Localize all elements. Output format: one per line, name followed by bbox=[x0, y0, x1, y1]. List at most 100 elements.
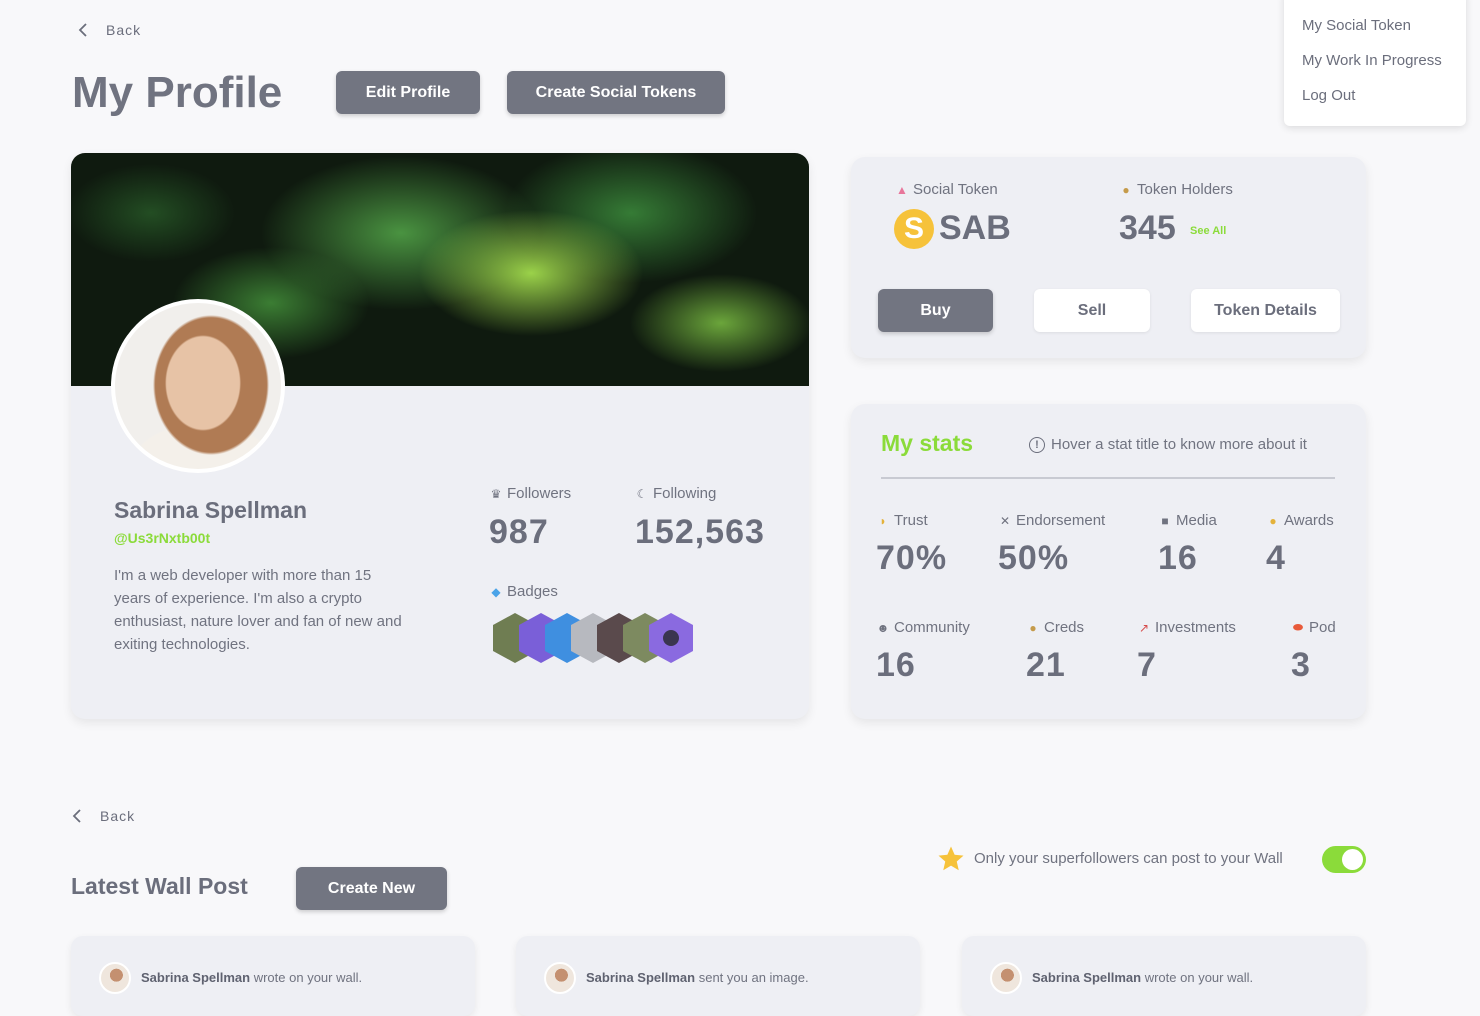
see-all-link[interactable]: See All bbox=[1190, 225, 1226, 237]
stats-hint-text: Hover a stat title to know more about it bbox=[1051, 436, 1307, 453]
stat-awards-label[interactable]: ● Awards bbox=[1266, 512, 1334, 529]
stat-pod-label[interactable]: ⬬ Pod bbox=[1291, 619, 1336, 636]
wall-title: Latest Wall Post bbox=[71, 873, 248, 899]
stats-hint: ! Hover a stat title to know more about … bbox=[1029, 436, 1307, 453]
stat-pod-label-text: Pod bbox=[1309, 619, 1336, 636]
following-label-text: Following bbox=[653, 485, 717, 502]
chevron-left-icon bbox=[72, 809, 81, 823]
followers-label[interactable]: ♛ Followers bbox=[489, 485, 572, 502]
chart-icon: ↗ bbox=[1138, 620, 1150, 635]
crown-icon: ♛ bbox=[490, 486, 502, 501]
back-link[interactable]: Back bbox=[78, 22, 141, 38]
token-logo-icon: S bbox=[894, 209, 934, 249]
create-new-button[interactable]: Create New bbox=[296, 867, 447, 910]
superfollowers-toggle[interactable] bbox=[1322, 846, 1366, 873]
followers-value: 987 bbox=[489, 513, 549, 551]
back-label: Back bbox=[106, 22, 142, 38]
stat-pod-value: 3 bbox=[1291, 646, 1311, 684]
stats-divider bbox=[881, 477, 1335, 479]
stat-awards-label-text: Awards bbox=[1284, 512, 1334, 529]
avatar bbox=[111, 299, 285, 473]
wall-post-action: wrote on your wall. bbox=[253, 970, 363, 985]
profile-card: Sabrina Spellman @Us3rNxtb00t I'm a web … bbox=[71, 153, 809, 719]
wall-back-link[interactable]: Back bbox=[72, 808, 135, 824]
superfollowers-text: Only your superfollowers can post to you… bbox=[974, 850, 1283, 867]
wall-post-action: sent you an image. bbox=[698, 970, 809, 985]
token-holders-label[interactable]: ● Token Holders bbox=[1119, 181, 1233, 198]
stats-title: My stats bbox=[881, 430, 974, 456]
stat-investments-label[interactable]: ↗ Investments bbox=[1137, 619, 1236, 636]
pill-icon: ⬬ bbox=[1292, 620, 1304, 634]
user-dropdown-menu: My Social Token My Work In Progress Log … bbox=[1284, 0, 1466, 126]
star-icon bbox=[936, 844, 968, 874]
wall-post-text: Sabrina Spellman sent you an image. bbox=[586, 970, 809, 985]
avatar bbox=[990, 962, 1022, 994]
stat-trust-label-text: Trust bbox=[894, 512, 928, 529]
wall-back-label: Back bbox=[100, 808, 136, 824]
money-bag-icon: ● bbox=[1122, 182, 1130, 197]
stat-community-label-text: Community bbox=[894, 619, 970, 636]
following-value: 152,563 bbox=[635, 513, 765, 551]
social-token-label[interactable]: ▲ Social Token bbox=[895, 181, 998, 198]
stat-community-label[interactable]: ☻ Community bbox=[876, 619, 970, 636]
stat-endorsement-label[interactable]: ✕ Endorsement bbox=[998, 512, 1105, 529]
buy-button[interactable]: Buy bbox=[878, 289, 993, 332]
stat-media-label-text: Media bbox=[1176, 512, 1217, 529]
stat-endorsement-label-text: Endorsement bbox=[1016, 512, 1106, 529]
wall-post-card[interactable]: Sabrina Spellman sent you an image. bbox=[516, 936, 920, 1016]
handshake-icon: ◗ bbox=[879, 513, 887, 528]
edit-profile-button[interactable]: Edit Profile bbox=[336, 71, 480, 114]
wall-post-text: Sabrina Spellman wrote on your wall. bbox=[141, 970, 362, 985]
info-icon: ! bbox=[1029, 436, 1045, 453]
stat-trust-label[interactable]: ◗ Trust bbox=[876, 512, 928, 529]
money-bag-icon: ● bbox=[1029, 620, 1037, 635]
badges-label[interactable]: ◆ Badges bbox=[489, 583, 558, 600]
token-symbol: SAB bbox=[939, 209, 1011, 247]
stat-media-label[interactable]: ■ Media bbox=[1158, 512, 1217, 529]
wall-post-author: Sabrina Spellman bbox=[141, 970, 251, 985]
profile-handle[interactable]: @Us3rNxtb00t bbox=[114, 530, 210, 546]
token-holders-label-text: Token Holders bbox=[1137, 181, 1233, 198]
stat-creds-label[interactable]: ● Creds bbox=[1026, 619, 1084, 636]
camera-icon: ■ bbox=[1161, 513, 1169, 528]
stats-card: My stats ! Hover a stat title to know mo… bbox=[851, 404, 1366, 719]
sell-button[interactable]: Sell bbox=[1034, 289, 1150, 332]
menu-item-log-out[interactable]: Log Out bbox=[1302, 87, 1355, 104]
wall-post-text: Sabrina Spellman wrote on your wall. bbox=[1032, 970, 1253, 985]
chevron-left-icon bbox=[78, 23, 87, 37]
toggle-knob bbox=[1342, 849, 1363, 870]
create-social-tokens-button[interactable]: Create Social Tokens bbox=[507, 71, 725, 114]
banana-icon: ☾ bbox=[636, 486, 648, 501]
token-holders-value: 345 bbox=[1119, 209, 1176, 247]
cake-icon: ▲ bbox=[896, 182, 908, 197]
badges-row bbox=[491, 611, 701, 667]
menu-item-my-social-token[interactable]: My Social Token bbox=[1302, 17, 1411, 34]
profile-bio: I'm a web developer with more than 15 ye… bbox=[114, 567, 402, 653]
badges-label-text: Badges bbox=[507, 583, 558, 600]
menu-item-my-work-in-progress[interactable]: My Work In Progress bbox=[1302, 52, 1442, 69]
wall-post-action: wrote on your wall. bbox=[1144, 970, 1254, 985]
stat-endorsement-value: 50% bbox=[998, 539, 1070, 577]
stat-investments-label-text: Investments bbox=[1155, 619, 1236, 636]
stat-creds-label-text: Creds bbox=[1044, 619, 1085, 636]
wall-post-author: Sabrina Spellman bbox=[586, 970, 696, 985]
wall-post-card[interactable]: Sabrina Spellman wrote on your wall. bbox=[962, 936, 1366, 1016]
profile-name: Sabrina Spellman bbox=[114, 497, 308, 523]
medal-icon: ● bbox=[1269, 513, 1277, 528]
stat-investments-value: 7 bbox=[1137, 646, 1157, 684]
stat-media-value: 16 bbox=[1158, 539, 1198, 577]
page-title: My Profile bbox=[72, 68, 283, 117]
avatar bbox=[99, 962, 131, 994]
stat-creds-value: 21 bbox=[1026, 646, 1066, 684]
following-label[interactable]: ☾ Following bbox=[635, 485, 717, 502]
stat-community-value: 16 bbox=[876, 646, 916, 684]
token-details-button[interactable]: Token Details bbox=[1191, 289, 1340, 332]
avatar bbox=[544, 962, 576, 994]
social-token-label-text: Social Token bbox=[913, 181, 998, 198]
swords-icon: ✕ bbox=[999, 513, 1011, 528]
stat-awards-value: 4 bbox=[1266, 539, 1286, 577]
stat-trust-value: 70% bbox=[876, 539, 948, 577]
alien-icon: ☻ bbox=[876, 620, 890, 635]
wall-post-author: Sabrina Spellman bbox=[1032, 970, 1142, 985]
wall-post-card[interactable]: Sabrina Spellman wrote on your wall. bbox=[71, 936, 475, 1016]
